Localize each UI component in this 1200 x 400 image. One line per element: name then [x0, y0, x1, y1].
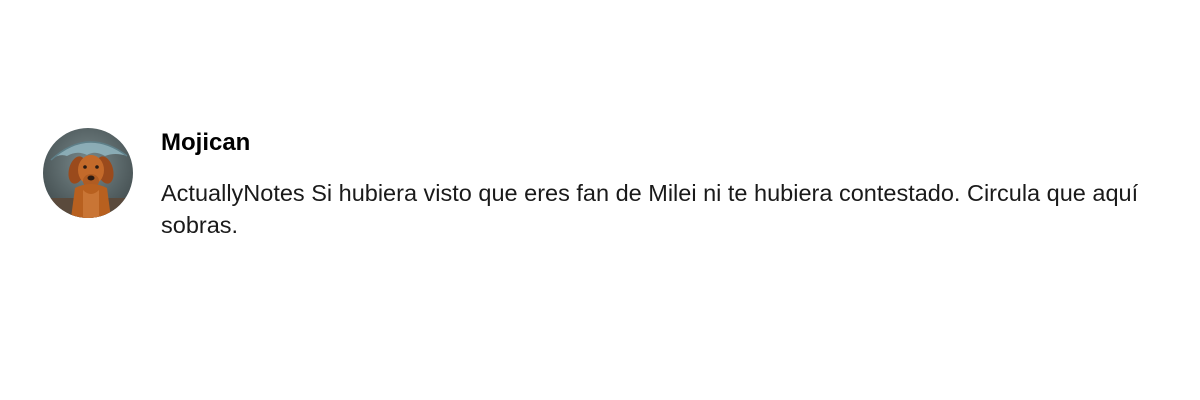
- comment-author[interactable]: Mojican: [161, 129, 1193, 157]
- comment-text: ActuallyNotes Si hubiera visto que eres …: [161, 180, 1139, 238]
- dog-avatar-icon[interactable]: [43, 128, 133, 218]
- comment-body: Mojican ActuallyNotes Si hubiera visto q…: [161, 129, 1193, 241]
- comment: Mojican ActuallyNotes Si hubiera visto q…: [43, 128, 1193, 241]
